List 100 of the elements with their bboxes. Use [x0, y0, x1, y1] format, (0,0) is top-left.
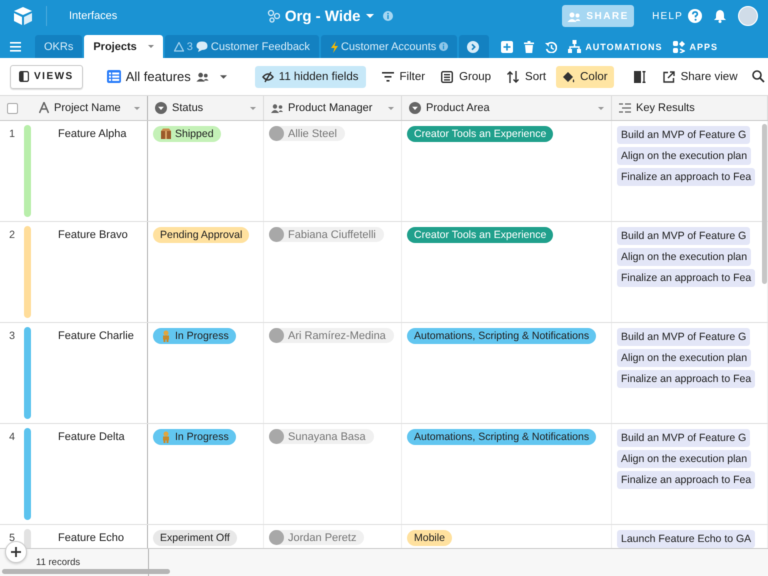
- key-result-chip[interactable]: Build an MVP of Feature G: [617, 429, 750, 447]
- worker-icon: [160, 431, 172, 443]
- group-icon: [441, 70, 454, 82]
- area-tag: Automations, Scripting & Notifications: [407, 328, 596, 344]
- chevron-icon: [467, 40, 480, 52]
- row-number: 2: [8, 228, 16, 243]
- area-tag: Automations, Scripting & Notifications: [407, 429, 596, 445]
- status-tag: Experiment Off: [153, 530, 237, 546]
- share-icon: [662, 70, 676, 82]
- key-result-chip[interactable]: Finalize an approach to Fea: [617, 269, 756, 287]
- caret-icon: [250, 106, 256, 110]
- column-title: Product Area: [426, 102, 490, 114]
- caret-icon: [220, 74, 227, 78]
- bell-icon[interactable]: [714, 9, 726, 23]
- avatar: [269, 530, 284, 545]
- views-button[interactable]: VIEWS: [10, 64, 83, 88]
- column-header[interactable]: Product Manager: [264, 96, 402, 120]
- add-icon[interactable]: [501, 40, 514, 52]
- caret-icon: [598, 106, 604, 110]
- key-result-chip[interactable]: Align on the execution plan: [617, 147, 752, 165]
- warning-count: 3: [186, 40, 193, 52]
- sidebar-icon: [19, 71, 29, 82]
- select-all-checkbox[interactable]: [7, 102, 18, 114]
- share-view-button[interactable]: Share view: [656, 66, 744, 88]
- key-result-chip[interactable]: Build an MVP of Feature G: [617, 126, 750, 144]
- automations-icon: [568, 40, 582, 53]
- apps-icon: [673, 40, 686, 52]
- avatar[interactable]: [738, 6, 758, 26]
- org-icon: [266, 9, 280, 23]
- avatar: [269, 328, 284, 343]
- column-header[interactable]: Key Results: [612, 96, 768, 120]
- logo-icon: [12, 6, 34, 26]
- caret-icon: [148, 45, 154, 48]
- info-icon: [439, 42, 448, 51]
- project-name: Feature Alpha: [57, 127, 126, 142]
- key-result-chip[interactable]: Launch Feature Echo to GA: [617, 530, 756, 548]
- person-chip: Jordan Peretz: [269, 530, 364, 545]
- caret-icon: [366, 14, 374, 18]
- trash-icon[interactable]: [524, 40, 534, 52]
- collapsed-tab[interactable]: [459, 35, 490, 58]
- vertical-scrollbar[interactable]: [762, 124, 767, 284]
- people-icon: [567, 10, 582, 22]
- group-button[interactable]: Group: [435, 66, 498, 88]
- sort-button[interactable]: Sort: [501, 66, 552, 88]
- key-result-chip[interactable]: Build an MVP of Feature G: [617, 328, 750, 346]
- plus-icon: [11, 547, 21, 557]
- column-title: Status: [172, 102, 204, 114]
- table-tab[interactable]: Projects: [84, 35, 163, 58]
- avatar: [269, 429, 284, 444]
- row-number: 3: [8, 329, 16, 344]
- row-number: 1: [8, 127, 16, 142]
- lightning-icon: [330, 40, 338, 52]
- color-button[interactable]: Color: [556, 66, 614, 88]
- column-title: Key Results: [636, 102, 695, 114]
- paint-bucket-icon: [562, 70, 576, 82]
- linked-field-icon: [619, 102, 631, 114]
- status-tag: In Progress: [153, 429, 236, 445]
- row-height-icon: [634, 70, 647, 82]
- area-tag: Creator Tools an Experience: [407, 126, 554, 142]
- people-field-icon: [271, 103, 283, 113]
- person-chip: Fabiana Ciuffetelli: [269, 227, 384, 242]
- hidden-fields-button[interactable]: 11 hidden fields: [254, 66, 366, 88]
- key-result-chip[interactable]: Finalize an approach to Fea: [617, 168, 756, 186]
- project-name: Feature Delta: [57, 430, 125, 445]
- key-result-chip[interactable]: Align on the execution plan: [617, 349, 752, 367]
- people-icon: [196, 71, 209, 82]
- person-chip: Sunayana Basa: [269, 429, 374, 444]
- avatar: [269, 126, 284, 141]
- row-number: 4: [8, 430, 16, 445]
- select-field-icon: [155, 102, 167, 114]
- chat-icon: [196, 41, 208, 52]
- select-field-icon: [409, 102, 421, 114]
- add-record-button[interactable]: [5, 541, 27, 563]
- help-icon[interactable]: [688, 9, 702, 23]
- key-result-chip[interactable]: Finalize an approach to Fea: [617, 370, 756, 388]
- text-field-icon: [39, 102, 49, 114]
- column-header[interactable]: Status: [148, 96, 264, 120]
- key-result-chip[interactable]: Align on the execution plan: [617, 248, 752, 266]
- column-header[interactable]: Project Name: [0, 96, 148, 120]
- area-tag: Creator Tools an Experience: [407, 227, 554, 243]
- key-result-chip[interactable]: Align on the execution plan: [617, 450, 752, 468]
- project-name: Feature Bravo: [57, 228, 128, 243]
- key-result-chip[interactable]: Build an MVP of Feature G: [617, 227, 750, 245]
- status-tag: In Progress: [153, 328, 236, 344]
- person-chip: Ari Ramírez-Medina: [269, 328, 394, 343]
- history-icon[interactable]: [545, 40, 558, 52]
- search-icon[interactable]: [752, 70, 764, 83]
- view-switcher[interactable]: All features: [100, 66, 233, 88]
- project-name: Feature Echo: [57, 531, 124, 546]
- area-tag: Mobile: [407, 530, 452, 546]
- column-header[interactable]: Product Area: [402, 96, 612, 120]
- package-icon: [160, 128, 172, 140]
- column-title: Project Name: [54, 102, 121, 114]
- key-result-chip[interactable]: Finalize an approach to Fea: [617, 471, 756, 489]
- filter-icon: [382, 70, 394, 82]
- person-chip: Allie Steel: [269, 126, 345, 141]
- worker-icon: [160, 330, 172, 342]
- grid-view-icon: [106, 70, 121, 83]
- filter-button[interactable]: Filter: [376, 66, 432, 88]
- horizontal-scrollbar[interactable]: [2, 569, 170, 574]
